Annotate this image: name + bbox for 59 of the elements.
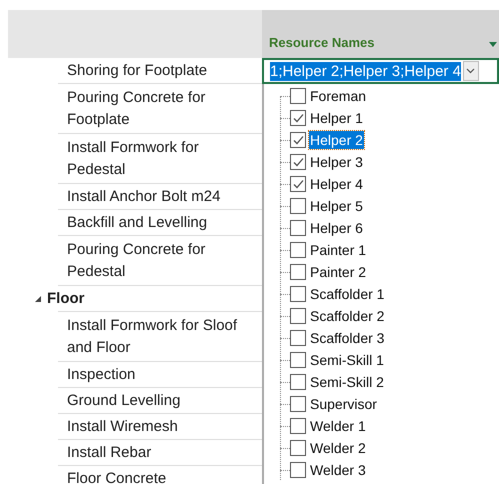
checkbox[interactable] <box>290 242 306 258</box>
checkbox[interactable] <box>290 154 306 170</box>
resource-option[interactable]: Scaffolder 2 <box>309 307 386 325</box>
resource-option[interactable]: Semi-Skill 2 <box>309 373 385 391</box>
task-name: Inspection <box>66 364 136 384</box>
resource-option[interactable]: Welder 3 <box>309 461 367 479</box>
dropdown-arrow-icon <box>489 42 497 47</box>
column-header[interactable]: Resource Names <box>262 10 499 58</box>
task-name: Pouring Concrete for Pedestal <box>66 240 206 282</box>
task-name: Pouring Concrete for Footplate <box>66 88 206 130</box>
checkbox[interactable] <box>290 440 306 456</box>
resource-input-field[interactable]: 1;Helper 2;Helper 3;Helper 4 <box>262 58 499 84</box>
checkbox[interactable] <box>290 308 306 324</box>
task-name: Floor Concrete <box>66 468 168 484</box>
resource-option[interactable]: Helper 5 <box>309 197 364 215</box>
checkbox[interactable] <box>290 396 306 412</box>
resource-option[interactable]: Scaffolder 3 <box>309 329 386 347</box>
resource-option[interactable]: Helper 4 <box>309 175 364 193</box>
task-name: Install Formwork for Pedestal <box>66 138 200 180</box>
checkmark-icon <box>292 178 304 190</box>
task-name: Shoring for Footplate <box>66 60 208 80</box>
checkbox[interactable] <box>290 132 306 148</box>
checkbox[interactable] <box>290 88 306 104</box>
checkbox[interactable] <box>290 110 306 126</box>
checkbox[interactable] <box>290 330 306 346</box>
resource-option[interactable]: Foreman <box>309 87 368 105</box>
checkbox[interactable] <box>290 220 306 236</box>
task-name: Backfill and Levelling <box>66 212 208 232</box>
checkbox[interactable] <box>290 374 306 390</box>
resource-option[interactable]: Semi-Skill 1 <box>309 351 385 369</box>
task-name: Install Formwork for Sloof and Floor <box>66 316 238 358</box>
task-name: Install Wiremesh <box>66 416 179 436</box>
resource-option[interactable]: Helper 6 <box>309 219 364 237</box>
checkbox[interactable] <box>290 264 306 280</box>
checkmark-icon <box>292 112 304 124</box>
chevron-down-icon <box>466 68 476 74</box>
resource-option[interactable]: Scaffolder 1 <box>309 285 386 303</box>
expanded-triangle-icon[interactable] <box>34 295 42 303</box>
dropdown-button[interactable] <box>462 61 479 81</box>
checkmark-icon <box>292 156 304 168</box>
resource-option[interactable]: Helper 1 <box>309 109 364 127</box>
resource-option[interactable]: Welder 2 <box>309 439 367 457</box>
checkbox[interactable] <box>290 176 306 192</box>
checkmark-icon <box>292 134 304 146</box>
resource-option[interactable]: Helper 2 <box>309 131 364 149</box>
checkbox[interactable] <box>290 286 306 302</box>
checkbox[interactable] <box>290 462 306 478</box>
resource-option[interactable]: Supervisor <box>309 395 378 413</box>
task-name: Floor <box>47 288 86 308</box>
resource-option[interactable]: Welder 1 <box>309 417 367 435</box>
checkbox[interactable] <box>290 418 306 434</box>
task-name: Install Rebar <box>66 442 152 462</box>
task-name: Ground Levelling <box>66 390 182 410</box>
resource-option[interactable]: Painter 1 <box>309 241 368 259</box>
checkbox[interactable] <box>290 352 306 368</box>
resource-option[interactable]: Helper 3 <box>309 153 364 171</box>
resource-option[interactable]: Painter 2 <box>309 263 368 281</box>
task-name: Install Anchor Bolt m24 <box>66 186 222 206</box>
checkbox[interactable] <box>290 198 306 214</box>
